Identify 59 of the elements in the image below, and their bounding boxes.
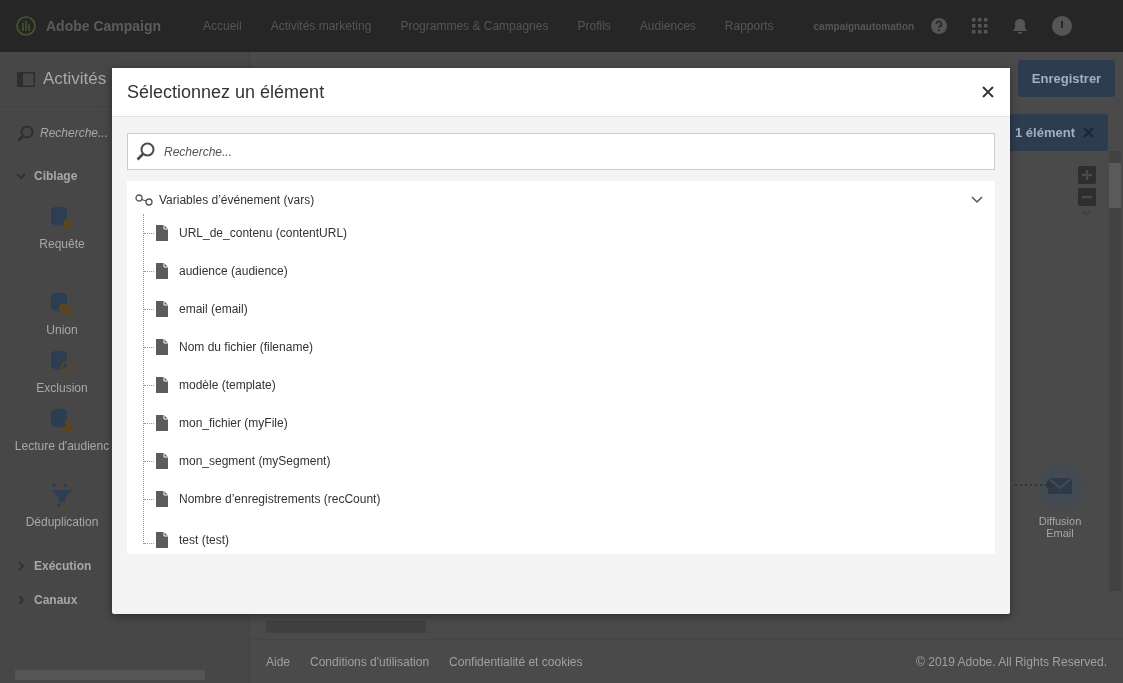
user-avatar-icon[interactable]	[1052, 16, 1073, 36]
chevron-right-icon	[16, 595, 26, 605]
category-header[interactable]: Canaux	[0, 583, 249, 617]
document-icon	[156, 301, 168, 317]
footer-link[interactable]: Aide	[266, 654, 291, 669]
activity-item[interactable]: Requête	[0, 205, 124, 251]
chevron-down-icon[interactable]	[971, 196, 983, 204]
database-icon	[49, 407, 75, 433]
panel-title: Activités	[43, 69, 107, 89]
document-icon	[156, 453, 168, 469]
chevron-right-icon	[16, 561, 26, 571]
close-icon[interactable]	[982, 86, 994, 98]
tree-item[interactable]: modèle (template)	[154, 377, 276, 393]
save-button[interactable]: Enregistrer	[1018, 60, 1115, 97]
tree-item[interactable]: mon_segment (mySegment)	[154, 453, 331, 469]
footer-link[interactable]: Confidentialité et cookies	[449, 654, 583, 669]
tree-item[interactable]: URL_de_contenu (contentURL)	[154, 225, 348, 241]
panel-icon[interactable]	[17, 71, 35, 87]
tree-item[interactable]: Nom du fichier (filename)	[154, 339, 314, 355]
bell-icon[interactable]	[1012, 18, 1029, 34]
category-header[interactable]: Exécution	[0, 549, 249, 583]
tree-item[interactable]: test (test)	[154, 532, 229, 548]
funnel-icon	[49, 483, 75, 509]
document-icon	[156, 415, 168, 431]
activity-item[interactable]: Déduplication	[0, 483, 124, 529]
arrow-connector	[1015, 481, 1055, 489]
scrollbar[interactable]	[1109, 151, 1121, 591]
zoom-in-icon[interactable]	[1078, 166, 1096, 184]
zoom-out-icon[interactable]	[1078, 188, 1096, 206]
tree-item[interactable]: Nombre d’enregistrements (recCount)	[154, 491, 381, 507]
apps-grid-icon[interactable]	[972, 18, 989, 34]
document-icon	[156, 377, 168, 393]
activity-item[interactable]: Lecture d'audienc	[0, 407, 124, 453]
logo-icon[interactable]	[16, 16, 36, 36]
activity-node[interactable]: Diffusion Email	[1025, 463, 1095, 539]
database-icon	[49, 291, 75, 317]
dialog-title: Sélectionnez un élément	[127, 81, 325, 103]
copyright-text: © 2019 Adobe. All Rights Reserved.	[916, 654, 1107, 669]
document-icon	[156, 263, 168, 279]
database-icon	[49, 205, 75, 231]
help-icon[interactable]	[930, 17, 949, 35]
activity-item[interactable]: Exclusion	[0, 349, 124, 395]
document-icon	[156, 225, 168, 241]
close-icon	[1083, 127, 1094, 138]
footer-link[interactable]: Conditions d'utilisation	[310, 654, 430, 669]
document-icon	[156, 532, 168, 548]
document-icon	[156, 491, 168, 507]
document-icon	[156, 339, 168, 355]
activity-item[interactable]: Union	[0, 291, 124, 337]
envelope-icon	[1037, 463, 1083, 509]
tree-item[interactable]: mon_fichier (myFile)	[154, 415, 288, 431]
search-field[interactable]: Recherche...	[127, 133, 995, 170]
variables-icon	[135, 194, 153, 206]
search-icon	[17, 124, 34, 142]
chevron-down-icon	[16, 171, 26, 181]
search-field[interactable]: Recherche...	[40, 126, 110, 140]
database-icon	[49, 349, 75, 375]
tree-item[interactable]: audience (audience)	[154, 263, 288, 279]
tree-item[interactable]: email (email)	[154, 301, 248, 317]
